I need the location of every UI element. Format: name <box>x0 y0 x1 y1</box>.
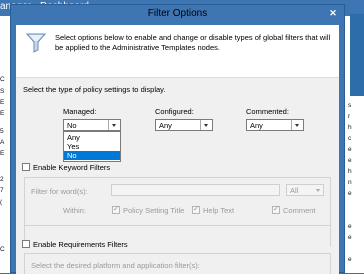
keyword-match-value: All <box>290 186 299 195</box>
background-left-text: C <box>0 246 5 253</box>
background-right-text: h <box>348 124 352 131</box>
managed-option-any[interactable]: Any <box>64 133 120 142</box>
background-right-text: c <box>348 135 352 142</box>
commented-select-dropdown-button[interactable] <box>291 120 303 130</box>
close-icon: ✕ <box>329 8 337 18</box>
requirements-group-border <box>24 253 25 274</box>
configured-select[interactable]: Any <box>155 119 213 131</box>
background-left-text: A <box>0 139 5 146</box>
commented-label: Commented: <box>246 107 289 116</box>
background-left-text: 2 <box>0 176 4 183</box>
background-right-text: e <box>348 190 352 197</box>
filter-for-words-label: Filter for word(s): <box>31 187 88 196</box>
keyword-match-select[interactable]: All <box>286 184 324 196</box>
managed-select-dropdown-button[interactable] <box>108 120 120 130</box>
keyword-group-divider <box>24 177 330 178</box>
background-left-text: S <box>0 88 5 95</box>
platform-filter-prompt: Select the desired platform and applicat… <box>31 261 200 270</box>
commented-select[interactable]: Any <box>246 119 304 131</box>
requirements-group-border <box>330 253 331 274</box>
requirements-group-divider <box>24 253 330 254</box>
background-left-text: 5 <box>0 128 4 135</box>
chevron-down-icon <box>295 124 299 127</box>
configured-select-value: Any <box>159 121 172 130</box>
enable-keyword-filters-label: Enable Keyword Filters <box>33 163 111 172</box>
policy-type-prompt: Select the type of policy settings to di… <box>23 85 166 94</box>
within-policy-setting-title-checkbox[interactable]: ✓ <box>112 204 120 214</box>
managed-label: Managed: <box>63 107 97 116</box>
filter-funnel-icon <box>26 33 46 53</box>
background-right-text: r <box>348 113 351 120</box>
background-right-text: e <box>348 157 352 164</box>
within-label: Within: <box>63 206 86 215</box>
enable-keyword-filters-checkbox[interactable] <box>22 163 30 171</box>
within-comment-label: Comment <box>283 206 316 215</box>
chevron-down-icon <box>204 124 208 127</box>
managed-select[interactable]: No <box>63 119 121 131</box>
managed-select-value: No <box>67 121 77 130</box>
close-button[interactable]: ✕ <box>327 8 339 19</box>
chevron-down-icon <box>112 124 116 127</box>
dialog-header: Select options below to enable and chang… <box>16 25 339 78</box>
keyword-group-border <box>24 177 25 247</box>
within-policy-setting-title-label: Policy Setting Title <box>123 206 185 215</box>
within-comment-checkbox[interactable]: ✓ <box>272 204 280 214</box>
background-left-text: E <box>0 99 5 106</box>
keyword-group-bottom <box>24 225 330 226</box>
dialog-title: Filter Options <box>147 8 208 19</box>
chevron-down-icon <box>316 189 320 192</box>
background-right-text: s <box>348 102 352 109</box>
checkmark-icon: ✓ <box>113 204 120 213</box>
filter-for-words-input[interactable] <box>111 184 280 196</box>
background-right-text: n <box>348 179 352 186</box>
dialog-client-area: Select options below to enable and chang… <box>16 25 339 274</box>
checkmark-icon: ✓ <box>193 204 200 213</box>
background-left-text: E <box>0 150 5 157</box>
managed-option-no[interactable]: No <box>64 151 120 160</box>
background-right-text: e <box>348 256 352 263</box>
background-right-text: h <box>348 168 352 175</box>
background-right-text: e <box>348 234 352 241</box>
enable-requirements-filters-label: Enable Requirements Filters <box>33 240 128 249</box>
configured-label: Configured: <box>155 107 194 116</box>
background-left-text: E <box>0 110 5 117</box>
enable-requirements-filters-checkbox[interactable] <box>22 240 30 248</box>
background-left-text: C <box>0 76 5 83</box>
managed-option-yes[interactable]: Yes <box>64 142 120 151</box>
filter-options-dialog: Filter Options ✕ Select options below to… <box>10 4 345 274</box>
background-right-accent <box>350 14 364 96</box>
dialog-description: Select options below to enable and chang… <box>55 33 331 52</box>
background-right-text: e <box>348 223 352 230</box>
keyword-group-border <box>330 177 331 247</box>
background-right-text: e <box>348 146 352 153</box>
within-help-text-checkbox[interactable]: ✓ <box>192 204 200 214</box>
managed-dropdown-list: Any Yes No <box>63 131 121 162</box>
background-left-text: 7 <box>0 187 4 194</box>
checkmark-icon: ✓ <box>273 204 280 213</box>
configured-select-dropdown-button[interactable] <box>200 120 212 130</box>
within-help-text-label: Help Text <box>203 206 235 215</box>
commented-select-value: Any <box>250 121 263 130</box>
background-left-text: ( <box>0 199 3 206</box>
